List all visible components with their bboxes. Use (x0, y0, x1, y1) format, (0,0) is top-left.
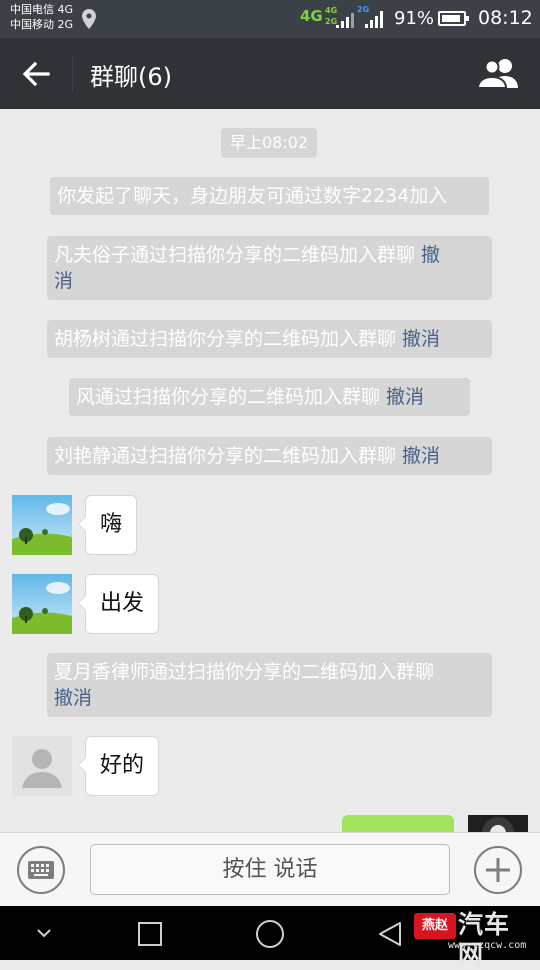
landscape-avatar-image (12, 574, 72, 634)
landscape-avatar[interactable] (12, 495, 72, 555)
circle-home-icon[interactable] (255, 919, 285, 949)
system-message-text: 胡杨树通过扫描你分享的二维码加入群聊 (54, 328, 403, 350)
battery-icon (438, 11, 469, 26)
network-type-label: 4G (300, 7, 323, 25)
chat-bubble[interactable]: 出发 (77, 574, 160, 634)
battery-percent: 91% (394, 8, 435, 29)
system-message-text: 夏月香律师通过扫描你分享的二维码加入群聊 (54, 661, 435, 683)
signal-icon (365, 11, 383, 28)
revoke-link[interactable]: 撤 (421, 244, 440, 266)
system-message: 刘艳静通过扫描你分享的二维码加入群聊 撤消 (47, 437, 492, 475)
watermark-badge: 燕赵 (414, 913, 456, 939)
group-icon (476, 59, 518, 89)
plus-icon (486, 858, 510, 882)
revoke-link[interactable]: 撤消 (54, 687, 92, 709)
group-members-button[interactable] (474, 56, 522, 92)
back-button[interactable] (14, 55, 58, 93)
system-message-text: 风通过扫描你分享的二维码加入群聊 (76, 386, 387, 408)
system-message: 夏月香律师通过扫描你分享的二维码加入群聊 撤消 (47, 653, 492, 717)
self-avatar[interactable] (468, 815, 528, 832)
keyboard-icon (28, 861, 54, 879)
default-person-avatar[interactable] (12, 736, 72, 796)
chat-bubble[interactable]: 嗨 (77, 495, 138, 555)
more-options-button[interactable] (474, 846, 522, 894)
signal-icon (336, 13, 354, 28)
carrier-2-label: 中国移动 2G (10, 18, 74, 31)
system-message-text: 你发起了聊天，身边朋友可通过数字2234加入 (57, 185, 448, 207)
keyboard-toggle-button[interactable] (17, 846, 65, 894)
person-icon (12, 736, 72, 796)
timestamp-pill: 早上08:02 (221, 128, 318, 158)
watermark-logo: 燕赵 汽车网 www.yzqcw.com (414, 910, 530, 969)
self-avatar-image (468, 815, 528, 832)
system-message-text: 刘艳静通过扫描你分享的二维码加入群聊 (54, 445, 403, 467)
title-divider (72, 56, 73, 92)
revoke-link[interactable]: 撤消 (386, 386, 424, 408)
location-icon (82, 9, 96, 29)
arrow-left-icon (22, 61, 50, 87)
system-message: 风通过扫描你分享的二维码加入群聊 撤消 (69, 378, 470, 416)
page-title: 群聊(6) (90, 63, 172, 91)
status-bar: 中国电信 4G 中国移动 2G 4G 4G 2G 2G 91% 08:12 (0, 0, 540, 38)
chevron-down-icon[interactable] (34, 925, 54, 941)
square-recents-icon[interactable] (137, 921, 163, 947)
landscape-avatar-image (12, 495, 72, 555)
revoke-link-wrap[interactable]: 消 (54, 270, 73, 292)
hold-to-talk-button[interactable]: 按住 说话 (90, 844, 450, 895)
chat-area[interactable]: 早上08:02 你发起了聊天，身边朋友可通过数字2234加入 凡夫俗子通过扫描你… (0, 109, 540, 832)
watermark-url: www.yzqcw.com (448, 940, 527, 951)
system-message: 胡杨树通过扫描你分享的二维码加入群聊 撤消 (47, 320, 492, 358)
system-message-text: 凡夫俗子通过扫描你分享的二维码加入群聊 (54, 244, 422, 266)
title-bar: 群聊(6) (0, 38, 540, 109)
chat-bubble[interactable]: 好的 (77, 736, 160, 796)
input-bar: 按住 说话 (0, 832, 540, 906)
landscape-avatar[interactable] (12, 574, 72, 634)
revoke-link[interactable]: 撤消 (402, 445, 440, 467)
system-message: 你发起了聊天，身边朋友可通过数字2234加入 (50, 177, 489, 215)
carrier-1-label: 中国电信 4G (10, 3, 74, 16)
revoke-link[interactable]: 撤消 (402, 328, 440, 350)
system-message: 凡夫俗子通过扫描你分享的二维码加入群聊 撤消 (47, 236, 492, 300)
sent-message-bubble[interactable] (342, 815, 454, 832)
triangle-back-icon[interactable] (376, 920, 404, 948)
battery-level-fill (442, 15, 461, 22)
clock: 08:12 (478, 7, 533, 29)
